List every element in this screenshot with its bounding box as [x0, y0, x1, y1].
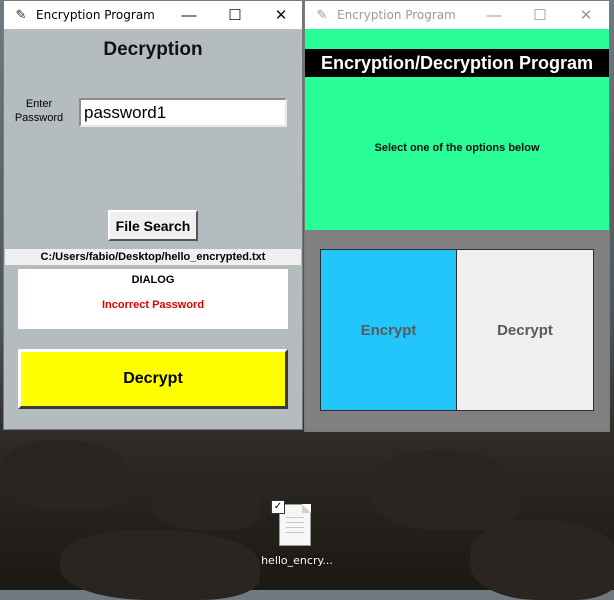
- feather-icon: ✎: [15, 7, 27, 22]
- maximize-button[interactable]: ☐: [212, 1, 258, 29]
- instruction-text: Select one of the options below: [374, 142, 540, 154]
- checkbox-icon[interactable]: ✓: [271, 500, 285, 514]
- encrypt-option-button[interactable]: Encrypt: [320, 249, 457, 411]
- decryption-content: Decryption Enter Password File Search C:…: [4, 29, 302, 429]
- program-heading: Encryption/Decryption Program: [305, 49, 609, 77]
- desktop-rock: [150, 470, 260, 530]
- file-path-label: C:/Users/fabio/Desktop/hello_encrypted.t…: [5, 249, 301, 265]
- decryption-window: ✎ Encryption Program — ☐ ✕ Decryption En…: [3, 0, 303, 430]
- dialog-title: DIALOG: [131, 274, 175, 286]
- window-title: Encryption Program: [337, 8, 456, 22]
- dialog-box: DIALOG Incorrect Password: [18, 269, 288, 329]
- decrypt-button[interactable]: Decrypt: [18, 349, 288, 409]
- minimize-button[interactable]: —: [166, 1, 212, 29]
- desktop-rock: [470, 520, 614, 600]
- window-title: Encryption Program: [36, 8, 155, 22]
- desktop-rock: [370, 450, 520, 530]
- maximize-button[interactable]: ☐: [517, 1, 563, 29]
- desktop-rock: [0, 440, 130, 510]
- enter-password-label: Enter Password: [14, 98, 64, 124]
- desktop-file-label: hello_encry...: [261, 554, 333, 567]
- main-menu-content: Encryption/Decryption Program Select one…: [305, 29, 609, 433]
- decrypt-option-button[interactable]: Decrypt: [457, 249, 594, 411]
- page-title: Decryption: [103, 39, 203, 60]
- minimize-button[interactable]: —: [471, 1, 517, 29]
- dialog-message: Incorrect Password: [101, 299, 205, 311]
- header-panel: Encryption/Decryption Program Select one…: [305, 29, 609, 230]
- close-button[interactable]: ✕: [563, 1, 609, 29]
- file-search-button[interactable]: File Search: [108, 210, 198, 241]
- password-input[interactable]: [79, 98, 287, 127]
- close-button[interactable]: ✕: [258, 1, 304, 29]
- main-menu-window: ✎ Encryption Program — ☐ ✕ Encryption/De…: [304, 0, 610, 432]
- title-bar[interactable]: ✎ Encryption Program — ☐ ✕: [305, 1, 609, 29]
- title-bar[interactable]: ✎ Encryption Program — ☐ ✕: [4, 1, 302, 29]
- feather-icon: ✎: [316, 7, 328, 22]
